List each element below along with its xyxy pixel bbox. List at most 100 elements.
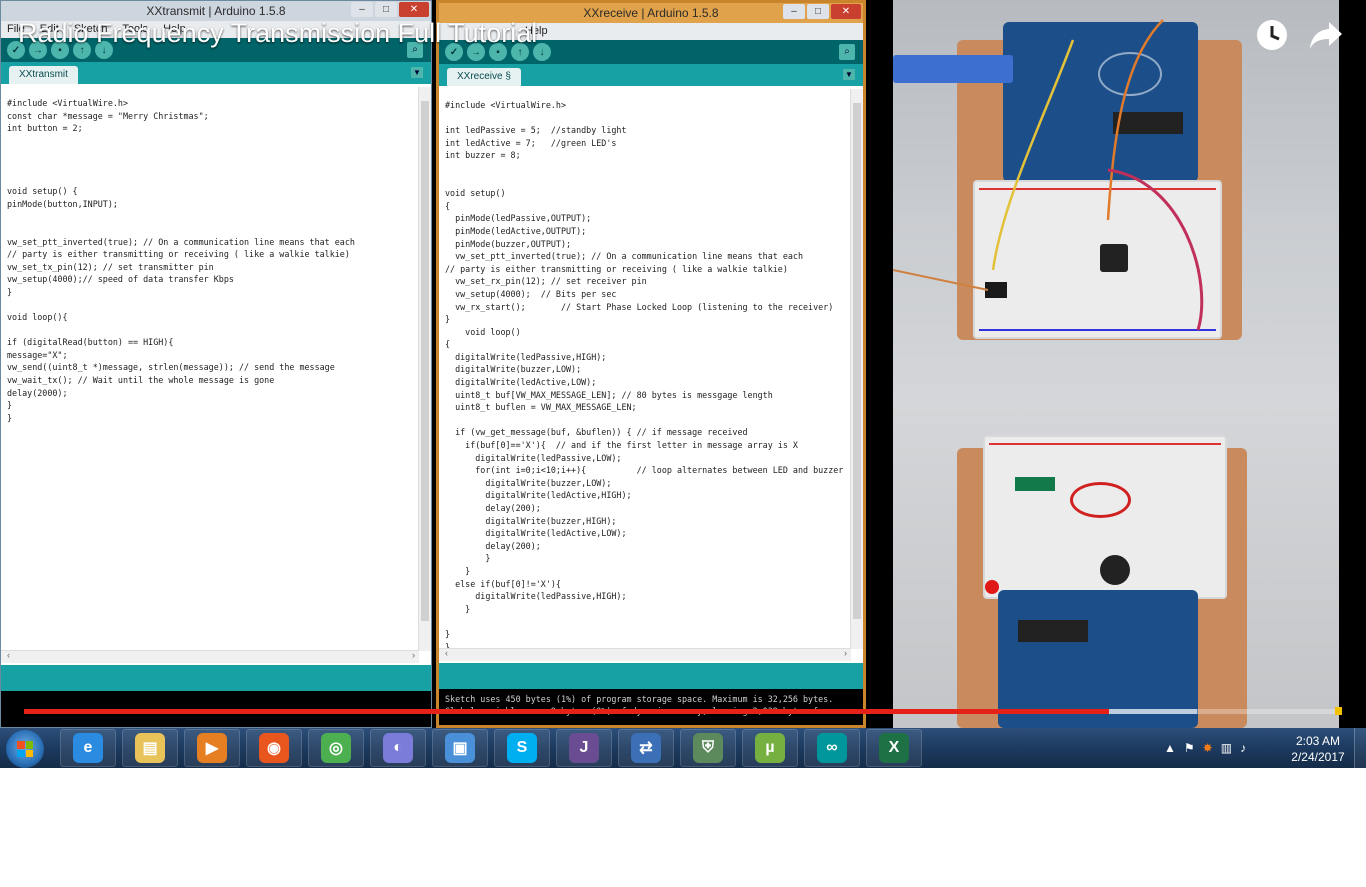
- tab-menu-icon[interactable]: ▼: [411, 67, 423, 78]
- receiver-module: [1015, 477, 1055, 491]
- code-line: vw_send((uint8_t *)message, strlen(messa…: [7, 362, 335, 373]
- internet-explorer-icon[interactable]: e: [60, 729, 116, 767]
- video-title[interactable]: Radio Frequency Transmission Full Tutori…: [18, 18, 537, 49]
- vpn-tool-icon[interactable]: ⛨: [680, 729, 736, 767]
- code-line: uint8_t buf[VW_MAX_MESSAGE_LEN]; // 80 b…: [445, 389, 773, 400]
- taskbar-clock[interactable]: 2:03 AM 2/24/2017: [1283, 733, 1353, 765]
- code-line: pinMode(ledPassive,OUTPUT);: [445, 213, 592, 224]
- remote-desktop-icon[interactable]: ▣: [432, 729, 488, 767]
- code-line: }: [445, 628, 451, 639]
- maximize-icon[interactable]: □: [375, 2, 397, 17]
- video-progress-bar[interactable]: [24, 709, 1342, 714]
- sketch-tab[interactable]: XXreceive §: [447, 68, 521, 86]
- volume-icon[interactable]: ♪: [1240, 741, 1246, 755]
- code-line: int buzzer = 8;: [445, 150, 521, 161]
- vertical-scrollbar[interactable]: [418, 87, 431, 651]
- horizontal-scrollbar[interactable]: ‹ ›: [439, 648, 851, 661]
- scroll-right-icon[interactable]: ›: [844, 648, 847, 658]
- scroll-left-icon[interactable]: ‹: [7, 650, 10, 660]
- serial-monitor-icon[interactable]: ⌕: [839, 44, 855, 60]
- system-tray: ▲ ⚑ ✸ ▥ ♪: [1160, 728, 1284, 768]
- app-glyph: ▤: [135, 733, 165, 763]
- show-desktop-button[interactable]: [1354, 728, 1366, 768]
- code-line: }: [7, 400, 13, 411]
- app-glyph: S: [507, 733, 537, 763]
- code-line: }: [445, 553, 491, 564]
- code-line: if (vw_get_message(buf, &buflen)) { // i…: [445, 427, 748, 438]
- code-editor[interactable]: #include <VirtualWire.h> const char *mess…: [1, 87, 419, 651]
- app-glyph: e: [73, 733, 103, 763]
- avast-icon[interactable]: ✸: [1203, 741, 1213, 755]
- scroll-left-icon[interactable]: ‹: [445, 648, 448, 658]
- network-tool-icon[interactable]: ⇄: [618, 729, 674, 767]
- code-line: delay(200);: [445, 540, 541, 551]
- progress-end-marker: [1335, 707, 1342, 715]
- crescent-app-icon[interactable]: ◐: [370, 729, 426, 767]
- tab-menu-icon[interactable]: ▼: [843, 69, 855, 80]
- code-line: vw_set_ptt_inverted(true); // On a commu…: [445, 251, 803, 262]
- horizontal-scrollbar[interactable]: ‹ ›: [1, 650, 419, 663]
- scroll-thumb[interactable]: [421, 101, 429, 621]
- scroll-thumb[interactable]: [853, 103, 861, 619]
- close-icon[interactable]: ✕: [399, 2, 429, 17]
- chrome-icon[interactable]: ◎: [308, 729, 364, 767]
- close-icon[interactable]: ✕: [831, 4, 861, 19]
- code-line: int ledPassive = 5; //standby light: [445, 125, 627, 136]
- code-line: vw_set_ptt_inverted(true); // On a commu…: [7, 236, 355, 247]
- code-editor[interactable]: #include <VirtualWire.h> int ledPassive …: [439, 89, 851, 649]
- app-glyph: J: [569, 733, 599, 763]
- excel-icon[interactable]: X: [866, 729, 922, 767]
- windows-start-icon[interactable]: [6, 730, 44, 768]
- clock-icon[interactable]: [1255, 18, 1289, 52]
- code-line: if(buf[0]=='X'){ // and if the first let…: [445, 440, 798, 451]
- window-controls: – □ ✕: [351, 2, 429, 17]
- app-glyph: µ: [755, 733, 785, 763]
- code-line: }: [445, 603, 471, 614]
- code-line: {: [445, 339, 451, 350]
- status-bar: [1, 665, 431, 691]
- maximize-icon[interactable]: □: [807, 4, 829, 19]
- code-line: delay(200);: [445, 503, 541, 513]
- skype-icon[interactable]: S: [494, 729, 550, 767]
- microcontroller-chip: [1018, 620, 1088, 642]
- buzzer: [1100, 555, 1130, 585]
- code-line: digitalWrite(buzzer,HIGH);: [445, 515, 617, 526]
- ide-window-transmit: XXtransmit | Arduino 1.5.8 – □ ✕ File Ed…: [0, 0, 432, 728]
- app-glyph: ◉: [259, 733, 289, 763]
- action-center-flag-icon[interactable]: ⚑: [1184, 741, 1195, 755]
- scroll-right-icon[interactable]: ›: [412, 650, 415, 660]
- java-ee-ide-icon[interactable]: J: [556, 729, 612, 767]
- arduino-icon[interactable]: ∞: [804, 729, 860, 767]
- file-explorer-icon[interactable]: ▤: [122, 729, 178, 767]
- app-glyph: ⇄: [631, 733, 661, 763]
- code-line: else if(buf[0]!='X'){: [445, 578, 561, 589]
- vertical-scrollbar[interactable]: [850, 89, 863, 649]
- sketch-tab-bar: XXreceive § ▼: [439, 64, 863, 86]
- code-line: vw_set_tx_pin(12); // set transmitter pi…: [7, 261, 214, 272]
- video-player[interactable]: XXtransmit | Arduino 1.5.8 – □ ✕ File Ed…: [0, 0, 1366, 768]
- clock-time: 2:03 AM: [1295, 734, 1341, 748]
- ide-window-receive: XXreceive | Arduino 1.5.8 – □ ✕ Help ✓ →…: [436, 0, 866, 728]
- minimize-icon[interactable]: –: [351, 2, 373, 17]
- firefox-icon[interactable]: ◉: [246, 729, 302, 767]
- code-line: digitalWrite(buzzer,LOW);: [445, 477, 612, 488]
- utorrent-icon[interactable]: µ: [742, 729, 798, 767]
- media-player-icon[interactable]: ▶: [184, 729, 240, 767]
- sketch-tab[interactable]: XXtransmit: [9, 66, 78, 84]
- console-output: Sketch uses 450 bytes (1%) of program st…: [439, 689, 863, 725]
- network-icon[interactable]: ▥: [1221, 741, 1232, 755]
- minimize-icon[interactable]: –: [783, 4, 805, 19]
- app-glyph: ◎: [321, 733, 351, 763]
- show-hidden-icons-icon[interactable]: ▲: [1164, 741, 1176, 755]
- share-arrow-icon[interactable]: [1309, 18, 1343, 52]
- code-line: vw_setup(4000);// speed of data transfer…: [7, 274, 234, 285]
